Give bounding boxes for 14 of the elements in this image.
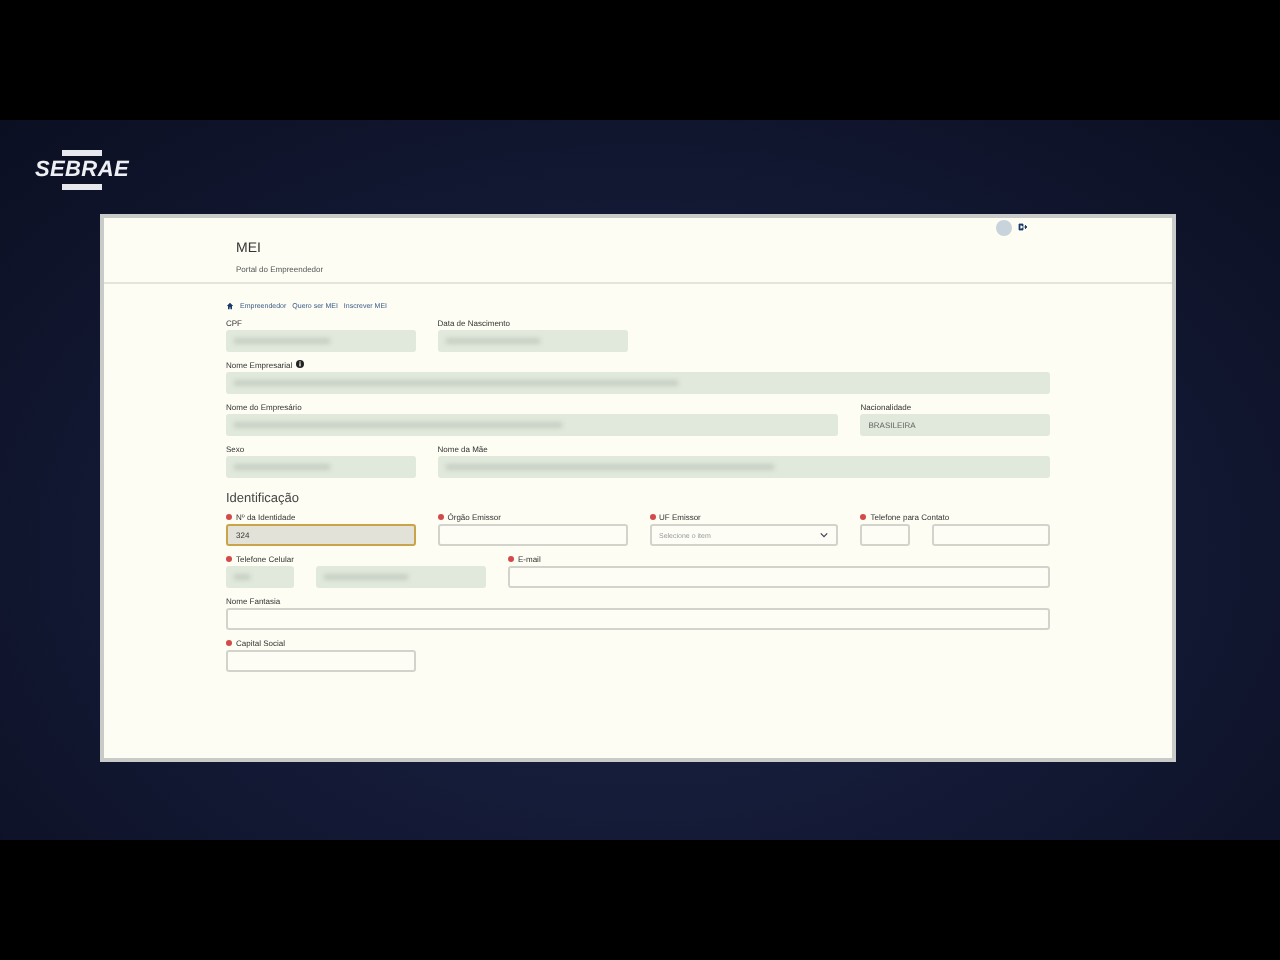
logo: SEBRAE: [30, 150, 134, 190]
caret-icon: [820, 532, 829, 538]
input-field[interactable]: [226, 608, 1050, 630]
phone-field[interactable]: [315, 566, 486, 588]
input-field[interactable]: [508, 566, 1050, 588]
avatar-icon[interactable]: [996, 220, 1012, 236]
info-icon[interactable]: [296, 360, 305, 368]
area-code-field[interactable]: [860, 524, 910, 546]
input-field[interactable]: [226, 650, 416, 672]
input-field[interactable]: [437, 524, 627, 546]
logout-icon[interactable]: [1018, 222, 1028, 232]
area-code-field[interactable]: [226, 566, 294, 588]
home-icon[interactable]: [226, 302, 234, 310]
phone-field[interactable]: [931, 524, 1050, 546]
